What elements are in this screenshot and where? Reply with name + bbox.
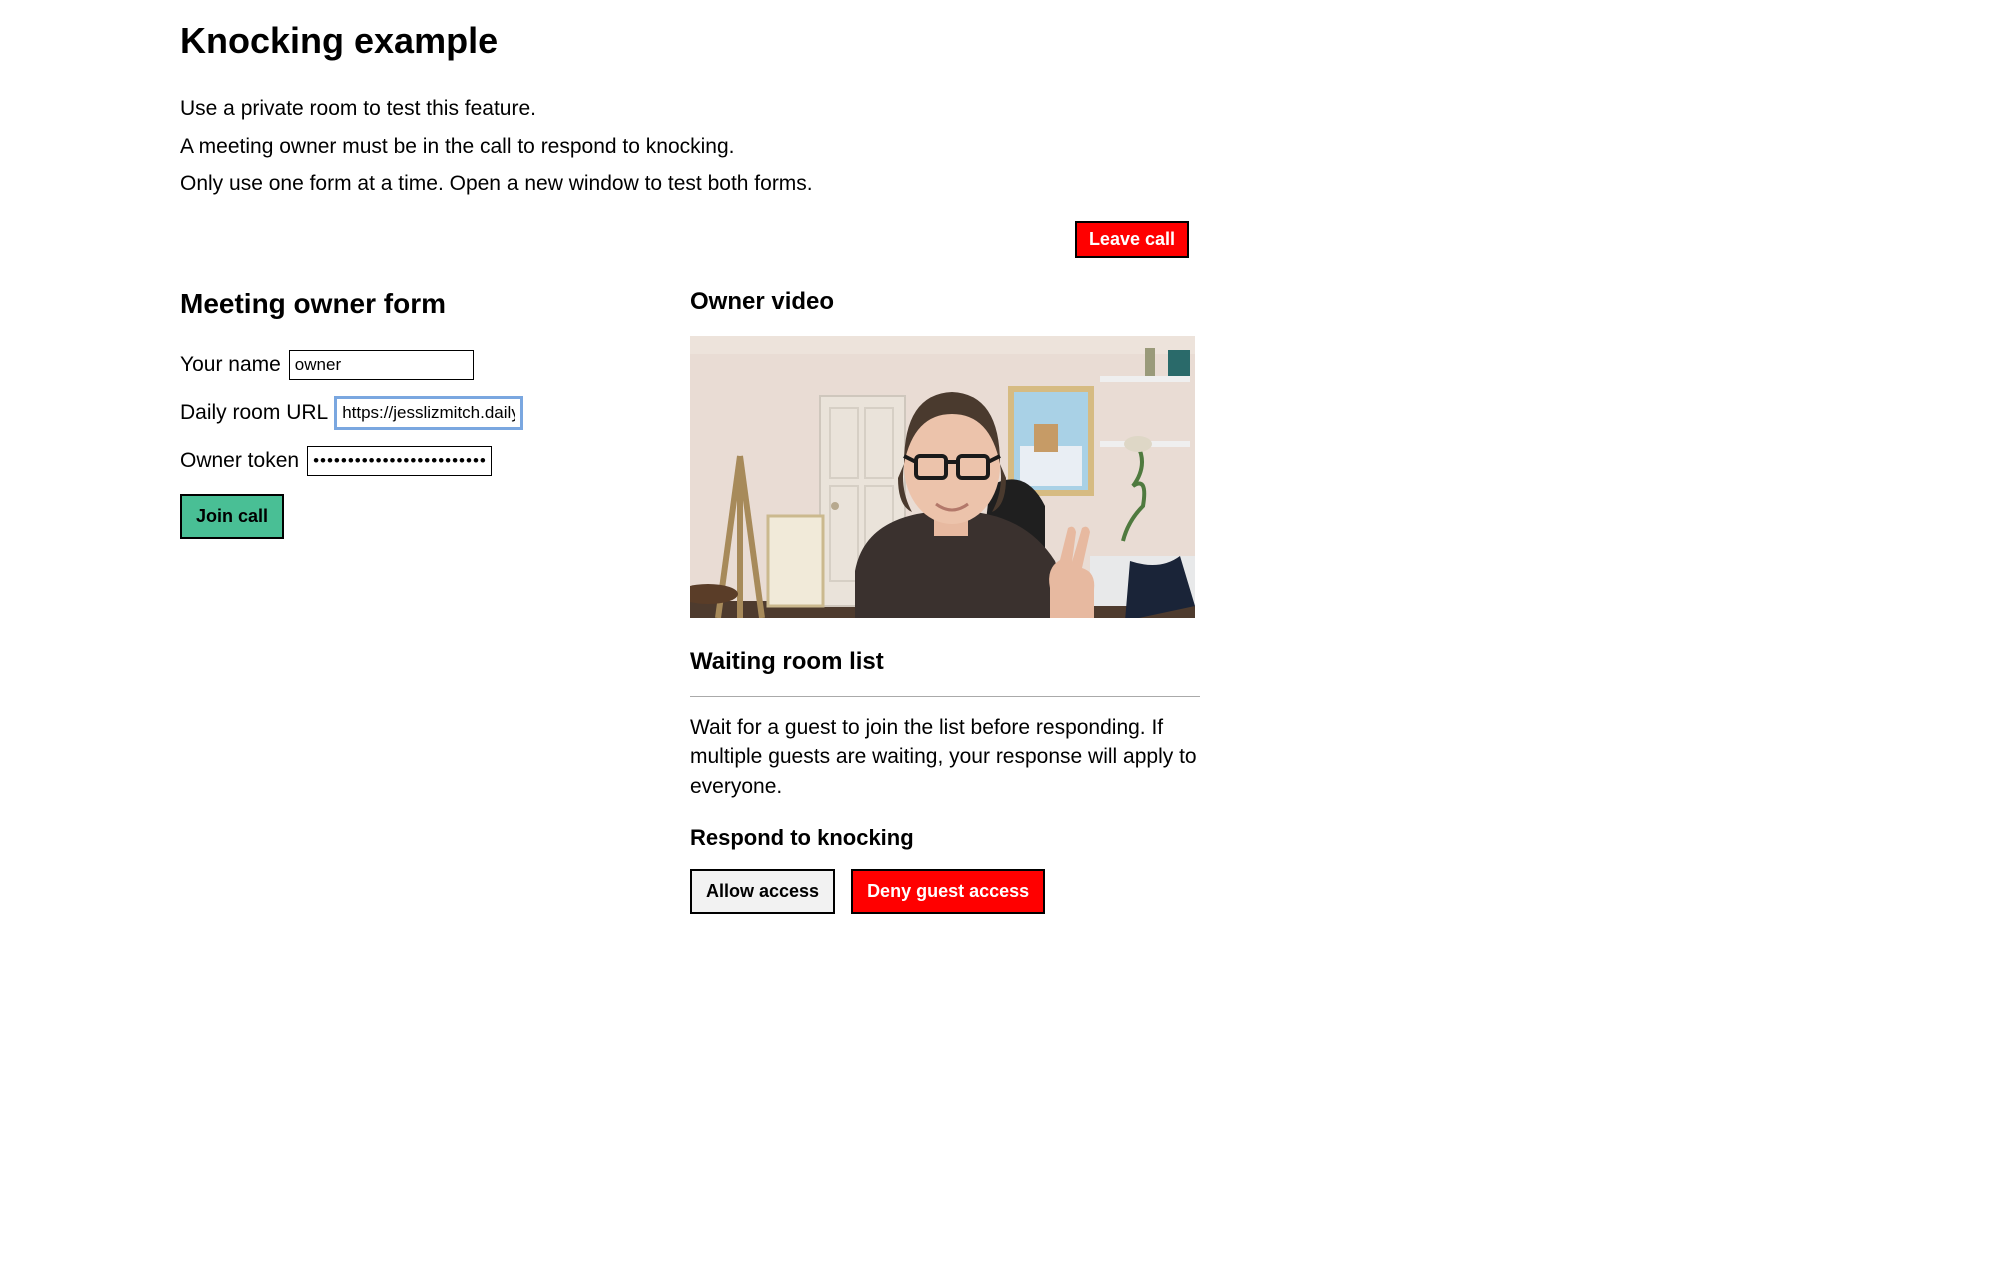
allow-access-button[interactable]: Allow access <box>690 869 835 914</box>
name-label: Your name <box>180 353 281 377</box>
url-input[interactable] <box>336 398 521 428</box>
intro-line-1: Use a private room to test this feature. <box>180 92 1999 126</box>
waiting-room-heading: Waiting room list <box>690 648 1200 676</box>
token-input[interactable] <box>307 446 492 476</box>
owner-form-heading: Meeting owner form <box>180 288 650 320</box>
name-input[interactable] <box>289 350 474 380</box>
token-label: Owner token <box>180 449 299 473</box>
page-title: Knocking example <box>180 20 1999 62</box>
join-call-button[interactable]: Join call <box>180 494 284 539</box>
intro-block: Use a private room to test this feature.… <box>180 92 1999 201</box>
video-placeholder-icon <box>690 336 1195 618</box>
owner-video-heading: Owner video <box>690 288 1200 316</box>
respond-heading: Respond to knocking <box>690 825 1200 851</box>
divider <box>690 696 1200 697</box>
intro-line-3: Only use one form at a time. Open a new … <box>180 167 1999 201</box>
intro-line-2: A meeting owner must be in the call to r… <box>180 130 1999 164</box>
waiting-help-text: Wait for a guest to join the list before… <box>690 713 1200 801</box>
leave-call-button[interactable]: Leave call <box>1075 221 1189 258</box>
url-label: Daily room URL <box>180 401 328 425</box>
deny-access-button[interactable]: Deny guest access <box>851 869 1045 914</box>
owner-video-feed <box>690 336 1195 618</box>
